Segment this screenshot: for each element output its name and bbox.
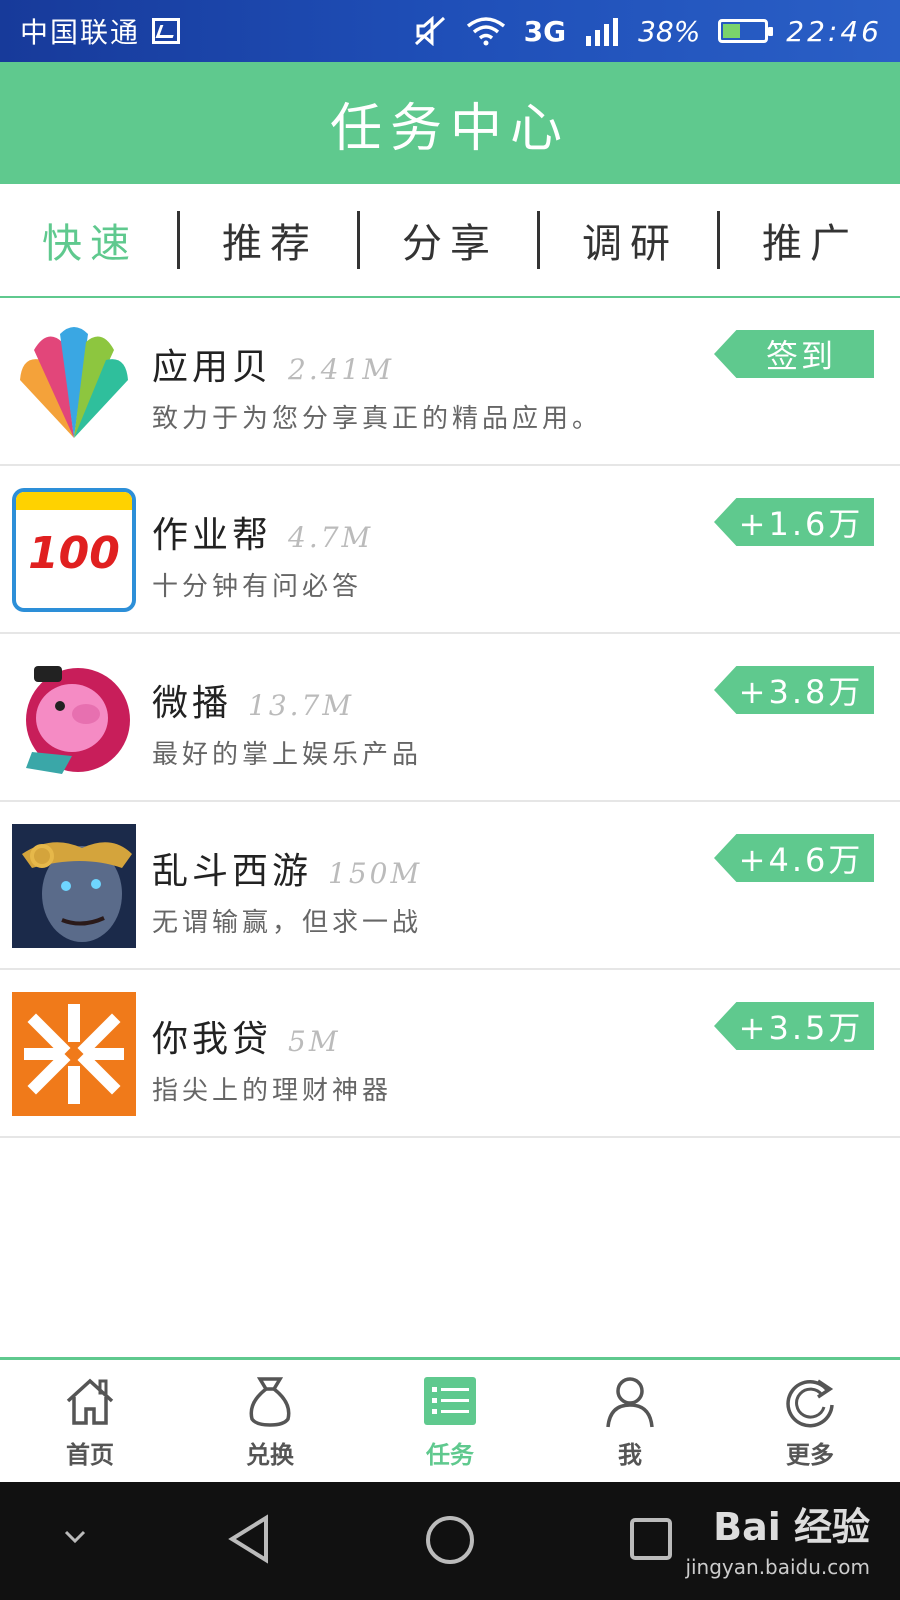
tab-tuiguang[interactable]: 推广	[720, 211, 900, 269]
page-title: 任务中心	[329, 98, 570, 159]
back-icon[interactable]	[226, 1514, 272, 1564]
nav-home[interactable]: 首页	[0, 1360, 180, 1482]
network-type: 3G	[523, 14, 567, 48]
battery-icon	[718, 19, 774, 43]
home-icon	[66, 1378, 114, 1425]
nav-more[interactable]: 更多	[720, 1360, 900, 1482]
list-item[interactable]: 乱斗西游 150M 无谓输赢，但求一战 +4.6万	[0, 802, 900, 970]
reward-badge[interactable]: +3.5万	[714, 1002, 874, 1050]
yingyongbei-app-icon	[12, 320, 136, 444]
app-name: 你我贷	[152, 1019, 273, 1060]
bottom-nav: 首页 兑换 任务 我 更多	[0, 1357, 900, 1482]
app-description: 指尖上的理财神器	[152, 1076, 393, 1106]
signal-icon	[586, 18, 619, 46]
nav-me[interactable]: 我	[540, 1360, 720, 1482]
battery-percent: 38%	[638, 14, 701, 48]
reward-badge[interactable]: +3.8万	[714, 666, 874, 714]
app-size: 5M	[288, 1025, 341, 1058]
list-item[interactable]: 应用贝 2.41M 致力于为您分享真正的精品应用。 签到	[0, 298, 900, 466]
app-name: 应用贝	[152, 347, 273, 388]
mute-icon	[414, 16, 445, 46]
checkin-button[interactable]: 签到	[714, 330, 874, 378]
category-tabs: 快速 推荐 分享 调研 推广	[0, 184, 900, 298]
app-description: 致力于为您分享真正的精品应用。	[152, 404, 603, 434]
niwodai-app-icon	[12, 992, 136, 1116]
zuoyebang-app-icon: 100	[12, 488, 136, 612]
reward-badge[interactable]: +4.6万	[714, 834, 874, 882]
app-description: 无谓输赢，但求一战	[152, 908, 423, 938]
tab-label: 快速	[42, 221, 138, 267]
tab-label: 调研	[582, 221, 678, 267]
nav-label: 兑换	[246, 1440, 294, 1469]
app-size: 150M	[328, 857, 423, 890]
luandouxiyou-app-icon	[12, 824, 136, 948]
task-list: 应用贝 2.41M 致力于为您分享真正的精品应用。 签到 100 作业帮 4.7M …	[0, 298, 900, 1138]
recents-icon[interactable]	[628, 1516, 674, 1562]
task-list-icon	[424, 1376, 476, 1425]
watermark-url: jingyan.baidu.com	[685, 1555, 870, 1579]
nav-label: 任务	[426, 1440, 474, 1469]
image-notification-icon	[152, 18, 181, 44]
app-size: 13.7M	[248, 689, 355, 722]
wifi-icon	[466, 17, 505, 46]
list-item[interactable]: 100 作业帮 4.7M 十分钟有问必答 +1.6万	[0, 466, 900, 634]
app-description: 十分钟有问必答	[152, 572, 363, 602]
app-name: 乱斗西游	[152, 851, 313, 892]
nav-exchange[interactable]: 兑换	[180, 1360, 360, 1482]
nav-label: 首页	[66, 1440, 114, 1469]
tab-tuijian[interactable]: 推荐	[180, 211, 360, 269]
list-item[interactable]: 微播 13.7M 最好的掌上娱乐产品 +3.8万	[0, 634, 900, 802]
tab-label: 推广	[762, 221, 858, 267]
app-size: 2.41M	[288, 353, 395, 386]
chevron-down-icon[interactable]	[60, 1522, 90, 1552]
nav-task[interactable]: 任务	[360, 1360, 540, 1482]
carrier-name: 中国联通	[20, 16, 141, 49]
app-size: 4.7M	[288, 521, 374, 554]
watermark: Bai 经验 jingyan.baidu.com	[685, 1496, 870, 1579]
refresh-icon	[786, 1379, 834, 1427]
nav-label: 更多	[786, 1440, 834, 1469]
app-description: 最好的掌上娱乐产品	[152, 740, 423, 770]
nav-label: 我	[618, 1440, 642, 1469]
money-bag-icon	[249, 1376, 291, 1427]
title-bar: 任务中心	[0, 62, 900, 184]
user-icon	[606, 1376, 654, 1427]
list-item[interactable]: 你我贷 5M 指尖上的理财神器 +3.5万	[0, 970, 900, 1138]
tab-fenxiang[interactable]: 分享	[360, 211, 540, 269]
tab-kuaisu[interactable]: 快速	[0, 211, 180, 269]
icon-text-100: 100	[28, 528, 120, 579]
watermark-brand: Bai 经验	[713, 1505, 870, 1549]
reward-badge[interactable]: +1.6万	[714, 498, 874, 546]
tab-label: 分享	[402, 221, 498, 267]
app-name: 作业帮	[152, 515, 273, 556]
weibo-pig-app-icon	[12, 656, 136, 780]
tab-label: 推荐	[222, 221, 318, 267]
status-bar: 中国联通 3G 38% 22:46	[0, 0, 900, 62]
clock: 22:46	[786, 14, 882, 48]
app-name: 微播	[152, 683, 233, 724]
home-circle-icon[interactable]	[424, 1514, 476, 1566]
tab-diaoyan[interactable]: 调研	[540, 211, 720, 269]
